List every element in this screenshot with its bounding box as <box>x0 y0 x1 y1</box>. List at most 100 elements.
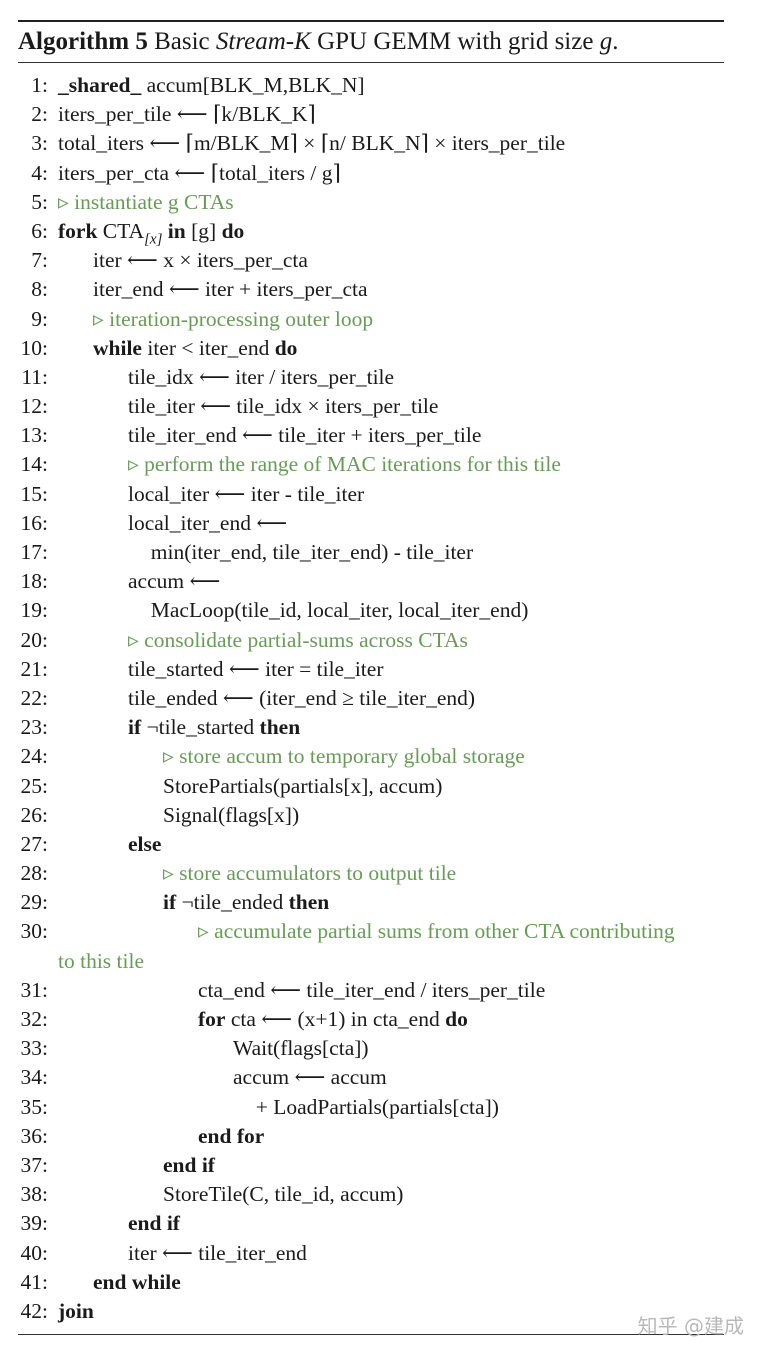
algorithm-line: 35: + LoadPartials(partials[cta]) <box>18 1093 724 1122</box>
line-content: iters_per_tile ⟵ ⌈k/BLK_K⌉ <box>58 100 316 129</box>
line-content: join <box>58 1297 94 1326</box>
caption-text-var: g <box>599 28 613 55</box>
code-text: local_iter_end ⟵ <box>128 510 288 535</box>
line-content: ▹ store accumulators to output tile <box>163 859 456 888</box>
line-number: 33: <box>20 1036 48 1061</box>
code-text: iter < iter_end <box>141 335 275 360</box>
algorithm-line: 6: fork CTA[x] in [g] do <box>18 217 724 248</box>
line-content: local_iter_end ⟵ <box>128 509 287 538</box>
algorithm-line: 9: ▹ iteration-processing outer loop <box>18 305 724 334</box>
comment-continuation: to this tile <box>58 948 144 973</box>
line-number: 17: <box>20 540 48 564</box>
keyword: end while <box>93 1269 181 1294</box>
line-content: StoreTile(C, tile_id, accum) <box>163 1180 403 1209</box>
line-number: 1: <box>31 73 48 97</box>
keyword: in <box>167 218 186 243</box>
comment-text: ▹ accumulate partial sums from other CTA… <box>198 919 675 944</box>
algorithm-line: 30: ▹ accumulate partial sums from other … <box>18 917 724 975</box>
code-text: cta_end ⟵ tile_iter_end / iters_per_tile <box>198 977 546 1002</box>
bottom-rule <box>18 1334 724 1335</box>
line-number: 24: <box>20 744 48 769</box>
code-text: CTA <box>97 218 145 243</box>
algorithm-line: 5: ▹ instantiate g CTAs <box>18 188 724 217</box>
algorithm-line: 16: local_iter_end ⟵ <box>18 509 724 538</box>
code-text: iter ⟵ x × iters_per_cta <box>93 248 308 273</box>
line-number: 29: <box>20 890 48 915</box>
keyword: fork <box>58 218 98 243</box>
line-content: if ¬tile_ended then <box>163 888 329 917</box>
line-content: local_iter ⟵ iter - tile_iter <box>128 480 364 509</box>
code-text: MacLoop(tile_id, local_iter, local_iter_… <box>150 598 529 623</box>
line-number: 20: <box>20 627 48 652</box>
caption-text-em: Stream-K <box>215 28 311 55</box>
line-number: 27: <box>20 831 48 856</box>
algorithm-line: 32: for cta ⟵ (x+1) in cta_end do <box>18 1005 724 1034</box>
line-content: else <box>128 830 161 859</box>
algorithm-line: 10: while iter < iter_end do <box>18 334 724 363</box>
code-text: StoreTile(C, tile_id, accum) <box>163 1182 404 1207</box>
line-content: ▹ instantiate g CTAs <box>58 188 234 217</box>
algorithm-line: 18: accum ⟵ <box>18 567 724 596</box>
keyword: end for <box>198 1123 265 1148</box>
line-number: 40: <box>20 1240 48 1265</box>
line-number: 8: <box>31 277 48 302</box>
algorithm-line: 17: min(iter_end, tile_iter_end) - tile_i… <box>18 538 724 567</box>
line-number: 36: <box>20 1123 48 1148</box>
caption-rule <box>18 62 724 63</box>
code-text: iter ⟵ tile_iter_end <box>128 1240 307 1265</box>
code-text: tile_idx ⟵ iter / iters_per_tile <box>128 364 395 389</box>
line-number: 3: <box>31 131 48 156</box>
algorithm-line: 7: iter ⟵ x × iters_per_cta <box>18 246 724 275</box>
algorithm-line: 31: cta_end ⟵ tile_iter_end / iters_per_t… <box>18 976 724 1005</box>
line-content: total_iters ⟵ ⌈m/BLK_M⌉ × ⌈n/ BLK_N⌉ × i… <box>58 129 565 158</box>
algorithm-line: 42: join <box>18 1297 724 1326</box>
subscript: [x] <box>144 231 163 248</box>
caption-text-before: Basic <box>154 28 210 55</box>
code-text: + LoadPartials(partials[cta]) <box>255 1094 499 1119</box>
code-text: StorePartials(partials[x], accum) <box>163 773 443 798</box>
keyword: if <box>128 715 142 740</box>
algorithm-line: 15: local_iter ⟵ iter - tile_iter <box>18 480 724 509</box>
line-content: iter_end ⟵ iter + iters_per_cta <box>93 275 368 304</box>
line-number: 31: <box>20 977 48 1002</box>
algorithm-line: 23: if ¬tile_started then <box>18 713 724 742</box>
line-number: 12: <box>20 394 48 419</box>
line-content: tile_idx ⟵ iter / iters_per_tile <box>128 363 394 392</box>
algorithm-line: 19: MacLoop(tile_id, local_iter, local_it… <box>18 596 724 625</box>
keyword: join <box>58 1298 94 1323</box>
code-text: iters_per_tile ⟵ ⌈k/BLK_K⌉ <box>58 102 316 127</box>
caption-label: Algorithm 5 <box>18 28 148 55</box>
line-content: _shared_ accum[BLK_M,BLK_N] <box>58 71 365 100</box>
keyword: end if <box>128 1211 180 1236</box>
keyword: while <box>93 335 142 360</box>
line-content: ▹ store accum to temporary global storag… <box>163 742 525 771</box>
code-text: tile_started ⟵ iter = tile_iter <box>128 656 384 681</box>
comment-text: ▹ store accumulators to output tile <box>163 861 457 886</box>
algorithm-line: 25: StorePartials(partials[x], accum) <box>18 772 724 801</box>
line-number: 26: <box>20 802 48 827</box>
algorithm-block: Algorithm 5 Basic Stream-K GPU GEMM with… <box>18 20 724 1326</box>
code-text: ¬tile_ended <box>176 890 289 915</box>
algorithm-caption: Algorithm 5 Basic Stream-K GPU GEMM with… <box>18 22 724 62</box>
line-content: iter ⟵ x × iters_per_cta <box>93 246 308 275</box>
algorithm-line: 38: StoreTile(C, tile_id, accum) <box>18 1180 724 1209</box>
line-content: MacLoop(tile_id, local_iter, local_iter_… <box>151 596 529 625</box>
code-text: [g] <box>185 218 222 243</box>
caption-text-after: GPU GEMM with grid size <box>317 28 594 55</box>
line-number: 34: <box>20 1065 48 1090</box>
line-number: 16: <box>20 510 48 535</box>
code-text: cta ⟵ (x+1) in cta_end <box>225 1007 446 1032</box>
code-text: Signal(flags[x]) <box>163 802 300 827</box>
comment-text: ▹ iteration-processing outer loop <box>93 306 374 331</box>
code-text: iters_per_cta ⟵ ⌈total_iters / g⌉ <box>58 160 341 185</box>
algorithm-lines: 1: _shared_ accum[BLK_M,BLK_N] 2: iters_per… <box>18 71 724 1326</box>
line-number: 13: <box>20 423 48 448</box>
line-number: 2: <box>31 102 48 127</box>
code-text: accum ⟵ accum <box>233 1065 387 1090</box>
keyword: do <box>221 218 245 243</box>
algorithm-line: 28: ▹ store accumulators to output tile <box>18 859 724 888</box>
line-content: cta_end ⟵ tile_iter_end / iters_per_tile <box>198 976 545 1005</box>
line-number: 21: <box>20 656 48 681</box>
line-number: 37: <box>20 1152 48 1177</box>
code-text: tile_iter_end ⟵ tile_iter + iters_per_ti… <box>128 423 482 448</box>
